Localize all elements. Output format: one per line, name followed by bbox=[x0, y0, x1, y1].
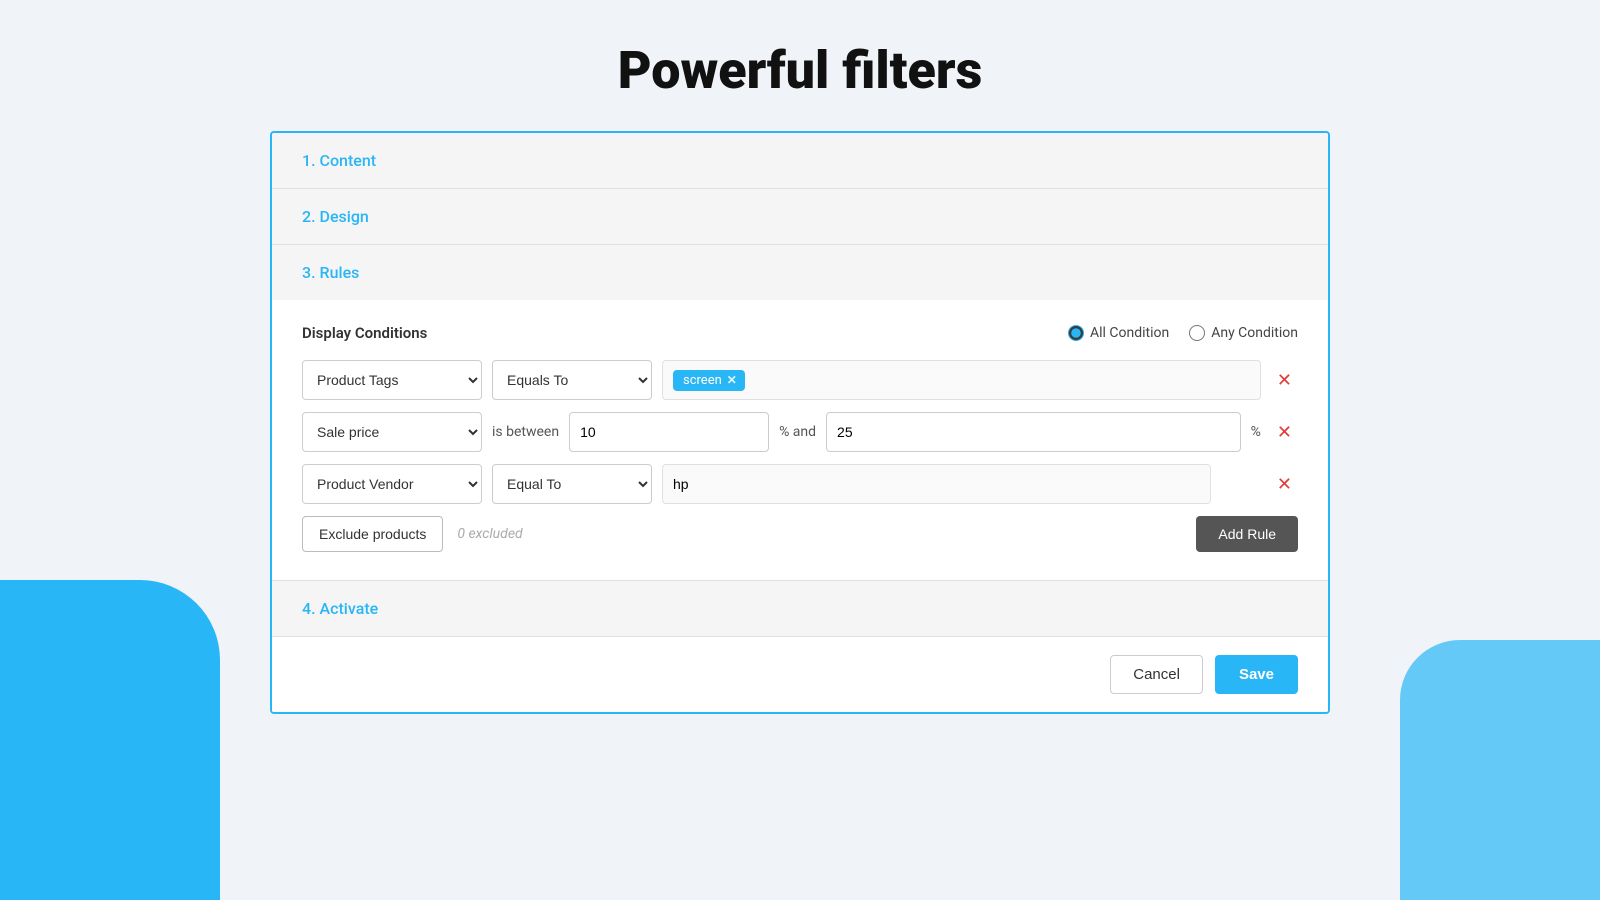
rule1-tag-text: screen bbox=[683, 373, 722, 388]
conditions-header: Display Conditions All Condition Any Con… bbox=[302, 324, 1298, 342]
conditions-title: Display Conditions bbox=[302, 324, 427, 342]
rules-header[interactable]: 3. Rules bbox=[272, 245, 1328, 300]
all-condition-radio-label[interactable]: All Condition bbox=[1068, 325, 1169, 341]
rule-row-3: Product Vendor Product Tags Sale price P… bbox=[302, 464, 1298, 504]
content-label: 1. Content bbox=[302, 151, 376, 170]
rule2-and-label: % and bbox=[779, 424, 816, 440]
rule3-field-type-select[interactable]: Product Vendor Product Tags Sale price P… bbox=[302, 464, 482, 504]
rule1-operator-select[interactable]: Equals To Not Equals To Contains Not Con… bbox=[492, 360, 652, 400]
cancel-button[interactable]: Cancel bbox=[1110, 655, 1203, 694]
rule1-tag-pill: screen ✕ bbox=[673, 370, 745, 391]
rule3-text-input[interactable] bbox=[662, 464, 1211, 504]
rule1-delete-button[interactable]: ✕ bbox=[1271, 366, 1298, 395]
rule2-max-value-input[interactable] bbox=[826, 412, 1241, 452]
rule2-unit-label: % bbox=[1251, 424, 1261, 440]
card-footer: Cancel Save bbox=[272, 636, 1328, 712]
rules-body: Display Conditions All Condition Any Con… bbox=[272, 300, 1328, 580]
any-condition-radio-label[interactable]: Any Condition bbox=[1189, 325, 1298, 341]
save-button[interactable]: Save bbox=[1215, 655, 1298, 694]
rule2-operator-text: is between bbox=[492, 424, 559, 440]
any-condition-text: Any Condition bbox=[1211, 325, 1298, 341]
design-label: 2. Design bbox=[302, 207, 369, 226]
rule3-delete-button[interactable]: ✕ bbox=[1271, 470, 1298, 499]
rule-row-2: Sale price Product Tags Product Vendor P… bbox=[302, 412, 1298, 452]
any-condition-radio[interactable] bbox=[1189, 325, 1205, 341]
rule1-value-area[interactable]: screen ✕ bbox=[662, 360, 1261, 400]
content-section[interactable]: 1. Content bbox=[272, 133, 1328, 189]
rule-row-1: Product Tags Sale price Product Vendor P… bbox=[302, 360, 1298, 400]
excluded-count: 0 excluded bbox=[457, 526, 522, 542]
all-condition-radio[interactable] bbox=[1068, 325, 1084, 341]
activate-label: 4. Activate bbox=[302, 599, 378, 618]
rule3-operator-select[interactable]: Equal To Not Equal To Contains Not Conta… bbox=[492, 464, 652, 504]
rule2-min-value-input[interactable] bbox=[569, 412, 769, 452]
exclude-left: Exclude products 0 excluded bbox=[302, 516, 523, 552]
condition-radios: All Condition Any Condition bbox=[1068, 325, 1298, 341]
main-card: 1. Content 2. Design 3. Rules Display Co… bbox=[270, 131, 1330, 714]
rule1-tag-close[interactable]: ✕ bbox=[727, 373, 737, 387]
page-title: Powerful filters bbox=[618, 40, 982, 101]
rule1-field-type-select[interactable]: Product Tags Sale price Product Vendor P… bbox=[302, 360, 482, 400]
activate-section[interactable]: 4. Activate bbox=[272, 581, 1328, 636]
rules-footer: Exclude products 0 excluded Add Rule bbox=[302, 516, 1298, 552]
rule2-delete-button[interactable]: ✕ bbox=[1271, 418, 1298, 447]
add-rule-button[interactable]: Add Rule bbox=[1196, 516, 1298, 552]
exclude-products-button[interactable]: Exclude products bbox=[302, 516, 443, 552]
design-section[interactable]: 2. Design bbox=[272, 189, 1328, 245]
page-wrapper: Powerful filters 1. Content 2. Design 3.… bbox=[0, 0, 1600, 714]
rules-label: 3. Rules bbox=[302, 263, 359, 282]
all-condition-text: All Condition bbox=[1090, 325, 1169, 341]
rules-section: 3. Rules Display Conditions All Conditio… bbox=[272, 245, 1328, 581]
rule2-field-type-select[interactable]: Sale price Product Tags Product Vendor P… bbox=[302, 412, 482, 452]
